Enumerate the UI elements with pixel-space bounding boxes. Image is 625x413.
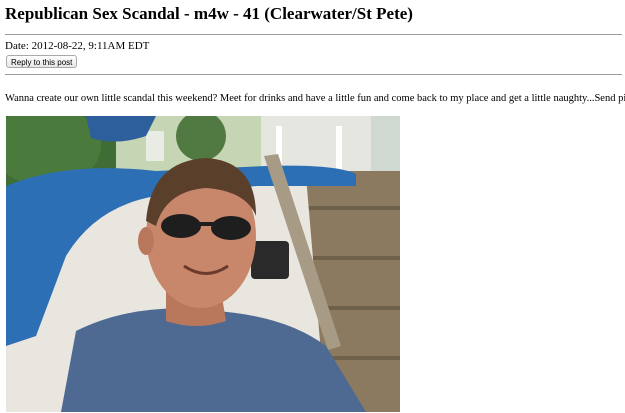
post-title: Republican Sex Scandal - m4w - 41 (Clear… [5, 4, 413, 23]
post-date: Date: 2012-08-22, 9:11AM EDT [5, 40, 150, 52]
header-divider [5, 34, 622, 35]
reply-button[interactable]: Reply to this post [6, 55, 78, 68]
selfie-image [6, 116, 400, 412]
body-divider [5, 74, 622, 75]
post-body: Wanna create our own little scandal this… [5, 93, 625, 104]
post-photo[interactable] [6, 116, 400, 412]
